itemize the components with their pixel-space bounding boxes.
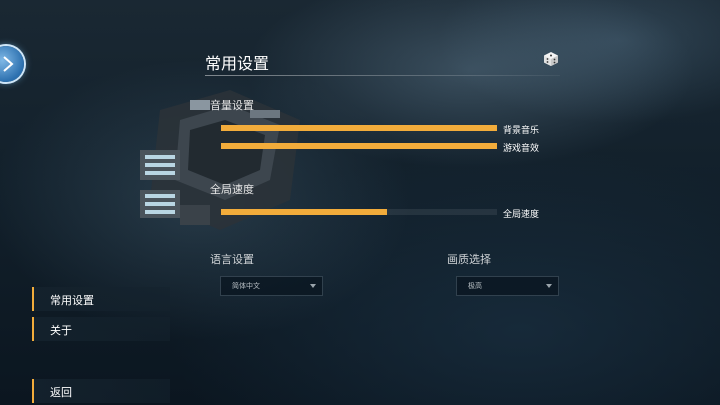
global-speed-slider[interactable]: [221, 209, 497, 215]
language-dropdown[interactable]: 简体中文: [220, 276, 323, 296]
page-title: 常用设置: [205, 54, 270, 73]
global-speed-label: 全局速度: [503, 210, 540, 220]
sfx-volume-fill: [221, 143, 497, 149]
menu-item-common-settings[interactable]: 常用设置: [32, 287, 170, 311]
music-volume-slider[interactable]: [221, 125, 497, 131]
sfx-volume-slider[interactable]: [221, 143, 497, 149]
quality-dropdown[interactable]: 极高: [456, 276, 559, 296]
menu-item-label: 常用设置: [50, 294, 94, 307]
menu-item-about[interactable]: 关于: [32, 317, 170, 341]
quality-section-label: 画质选择: [447, 253, 491, 266]
title-divider: [205, 75, 560, 76]
back-orb-button[interactable]: [0, 46, 24, 82]
language-section-label: 语言设置: [210, 253, 254, 266]
speed-section-label: 全局速度: [210, 183, 254, 196]
sfx-volume-label: 游戏音效: [503, 144, 540, 154]
global-speed-fill: [221, 209, 387, 215]
language-dropdown-value: 简体中文: [232, 282, 260, 290]
menu-item-back[interactable]: 返回: [32, 379, 170, 403]
volume-section-label: 音量设置: [210, 99, 254, 112]
dice-icon[interactable]: [543, 51, 559, 67]
menu-item-label: 关于: [50, 324, 72, 337]
music-volume-fill: [221, 125, 497, 131]
chevron-down-icon: [310, 284, 316, 288]
back-arrow-icon: [3, 56, 14, 72]
menu-item-label: 返回: [50, 386, 72, 399]
quality-dropdown-value: 极高: [468, 282, 482, 290]
chevron-down-icon: [546, 284, 552, 288]
music-volume-label: 背景音乐: [503, 126, 540, 136]
